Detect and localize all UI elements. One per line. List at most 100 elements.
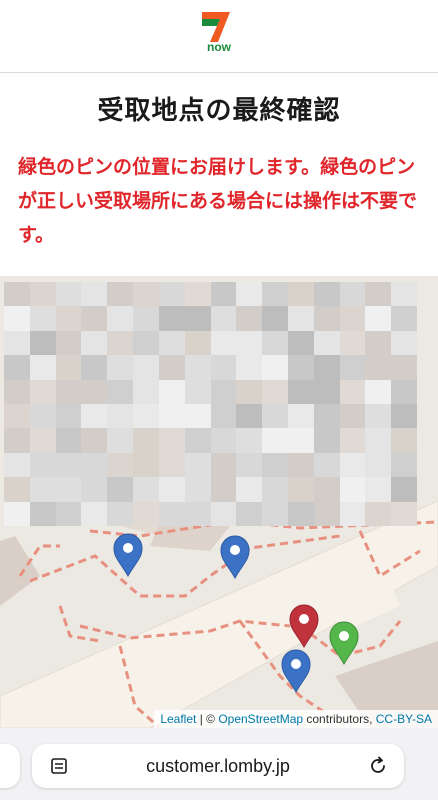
mosaic-cell — [29, 452, 56, 478]
mosaic-cell — [262, 501, 288, 526]
mosaic-cell — [55, 501, 82, 526]
mosaic-cell — [339, 355, 366, 380]
mosaic-cell — [391, 452, 417, 478]
mosaic-cell — [107, 477, 134, 502]
mosaic-cell — [55, 355, 82, 380]
mosaic-cell — [107, 403, 134, 429]
mosaic-cell — [133, 330, 159, 356]
mosaic-cell — [339, 379, 366, 404]
mosaic-cell — [313, 379, 340, 404]
seven-eleven-now-logo[interactable]: now — [196, 6, 242, 56]
blue-pin[interactable] — [220, 535, 250, 580]
mosaic-cell — [365, 428, 392, 453]
mosaic-cell — [210, 452, 237, 478]
mosaic-cell — [262, 428, 288, 453]
mosaic-cell — [81, 477, 108, 502]
mosaic-cell — [107, 501, 134, 526]
mosaic-cell — [158, 330, 185, 356]
mosaic-cell — [133, 379, 159, 404]
mosaic-cell — [365, 282, 392, 307]
mosaic-cell — [29, 403, 56, 429]
mosaic-cell — [313, 428, 340, 453]
mosaic-cell — [262, 379, 288, 404]
app-header: now — [0, 0, 438, 73]
mosaic-cell — [4, 428, 30, 453]
mosaic-cell — [313, 501, 340, 526]
mosaic-cell — [158, 282, 185, 307]
mosaic-cell — [262, 282, 288, 307]
mosaic-cell — [133, 477, 159, 502]
mosaic-cell — [262, 355, 288, 380]
mosaic-cell — [365, 355, 392, 380]
mosaic-cell — [236, 282, 263, 307]
pixelated-map-area — [4, 282, 417, 526]
mosaic-cell — [133, 403, 159, 429]
mosaic-cell — [391, 428, 417, 453]
mosaic-cell — [339, 330, 366, 356]
mosaic-cell — [287, 355, 314, 380]
mosaic-cell — [287, 379, 314, 404]
mosaic-cell — [365, 452, 392, 478]
mosaic-cell — [262, 330, 288, 356]
mosaic-cell — [262, 452, 288, 478]
mosaic-cell — [184, 379, 211, 404]
reload-icon[interactable] — [368, 756, 388, 776]
mosaic-cell — [55, 477, 82, 502]
mosaic-cell — [313, 282, 340, 307]
mosaic-cell — [55, 306, 82, 331]
mosaic-cell — [184, 452, 211, 478]
instruction-text: 緑色のピンの位置にお届けします。緑色のピンが正しい受取場所にある場合には操作は不… — [18, 156, 418, 246]
mosaic-cell — [236, 379, 263, 404]
green-pin[interactable] — [329, 621, 359, 666]
mosaic-cell — [391, 306, 417, 331]
url-text[interactable]: customer.lomby.jp — [32, 744, 404, 788]
mosaic-cell — [339, 282, 366, 307]
mosaic-cell — [210, 403, 237, 429]
mosaic-cell — [287, 428, 314, 453]
browser-toolbar: customer.lomby.jp — [0, 728, 438, 800]
mosaic-cell — [391, 501, 417, 526]
mosaic-cell — [236, 330, 263, 356]
license-link[interactable]: CC-BY-SA — [376, 712, 432, 726]
mosaic-cell — [158, 477, 185, 502]
mosaic-cell — [158, 355, 185, 380]
mosaic-cell — [236, 452, 263, 478]
mosaic-cell — [107, 355, 134, 380]
mosaic-cell — [236, 501, 263, 526]
mosaic-cell — [210, 306, 237, 331]
mosaic-cell — [287, 306, 314, 331]
mosaic-cell — [287, 501, 314, 526]
mosaic-cell — [107, 330, 134, 356]
mosaic-cell — [158, 379, 185, 404]
blue-pin[interactable] — [113, 533, 143, 578]
mosaic-cell — [4, 306, 30, 331]
mosaic-cell — [81, 428, 108, 453]
mosaic-cell — [81, 306, 108, 331]
mosaic-cell — [158, 501, 185, 526]
mosaic-cell — [339, 428, 366, 453]
mosaic-cell — [133, 306, 159, 331]
mosaic-cell — [262, 306, 288, 331]
mosaic-cell — [184, 428, 211, 453]
mosaic-cell — [236, 477, 263, 502]
mosaic-cell — [210, 330, 237, 356]
map-view[interactable]: Leaflet | © OpenStreetMap contributors, … — [0, 276, 438, 728]
address-bar[interactable]: customer.lomby.jp — [32, 744, 404, 788]
mosaic-cell — [4, 477, 30, 502]
mosaic-cell — [184, 403, 211, 429]
map-attribution: Leaflet | © OpenStreetMap contributors, … — [154, 710, 438, 728]
mosaic-cell — [81, 403, 108, 429]
mosaic-cell — [4, 379, 30, 404]
mosaic-cell — [339, 306, 366, 331]
leaflet-link[interactable]: Leaflet — [160, 712, 196, 726]
mosaic-cell — [4, 282, 30, 307]
openstreetmap-link[interactable]: OpenStreetMap — [218, 712, 303, 726]
mosaic-cell — [365, 330, 392, 356]
previous-tab-pill[interactable] — [0, 744, 20, 788]
mosaic-cell — [133, 282, 159, 307]
blue-pin[interactable] — [281, 649, 311, 694]
mosaic-cell — [236, 355, 263, 380]
mosaic-cell — [391, 379, 417, 404]
mosaic-cell — [29, 379, 56, 404]
page-title: 受取地点の最終確認 — [97, 96, 341, 126]
